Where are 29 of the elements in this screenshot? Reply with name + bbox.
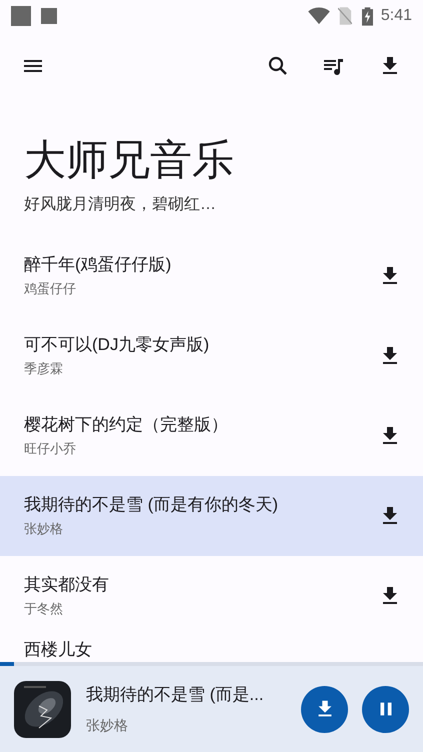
status-time: 5:41 xyxy=(380,6,412,26)
page-title: 大师兄音乐 xyxy=(24,135,235,185)
song-row[interactable]: 可不可以(DJ九零女声版) 季彦霖 xyxy=(0,316,423,396)
pause-button[interactable] xyxy=(362,686,409,732)
song-title: 西楼儿女 xyxy=(24,639,92,660)
now-playing-title: 我期待的不是雪 (而是... xyxy=(86,684,265,706)
now-playing-artist: 张妙格 xyxy=(86,716,129,736)
song-row[interactable]: 西楼儿女 xyxy=(0,636,423,662)
download-button[interactable] xyxy=(301,686,348,732)
song-artist: 张妙格 xyxy=(24,520,64,538)
notification-icon xyxy=(11,6,31,26)
battery-charging-icon xyxy=(362,6,373,26)
song-artist: 旺仔小乔 xyxy=(24,440,77,458)
song-row[interactable]: 我期待的不是雪 (而是有你的冬天) 张妙格 xyxy=(0,476,423,556)
song-row[interactable]: 其实都没有 于冬然 xyxy=(0,556,423,636)
song-title: 可不可以(DJ九零女声版) xyxy=(24,334,210,356)
song-title: 醉千年(鸡蛋仔仔版) xyxy=(24,254,172,276)
song-row[interactable]: 樱花树下的约定（完整版） 旺仔小乔 xyxy=(0,396,423,476)
song-title: 我期待的不是雪 (而是有你的冬天) xyxy=(24,494,280,516)
song-title: 樱花树下的约定（完整版） xyxy=(24,414,229,436)
song-artist: 季彦霖 xyxy=(24,360,64,378)
wifi-icon xyxy=(308,7,330,25)
song-row[interactable]: 醉千年(鸡蛋仔仔版) 鸡蛋仔仔 xyxy=(0,236,423,316)
song-title: 其实都没有 xyxy=(24,574,110,596)
page-subtitle: 好风胧月清明夜，碧砌红… xyxy=(24,194,217,215)
notification-icon xyxy=(41,8,57,24)
song-artist: 于冬然 xyxy=(24,600,64,618)
no-sim-icon xyxy=(338,7,352,25)
song-artist: 鸡蛋仔仔 xyxy=(24,280,77,298)
